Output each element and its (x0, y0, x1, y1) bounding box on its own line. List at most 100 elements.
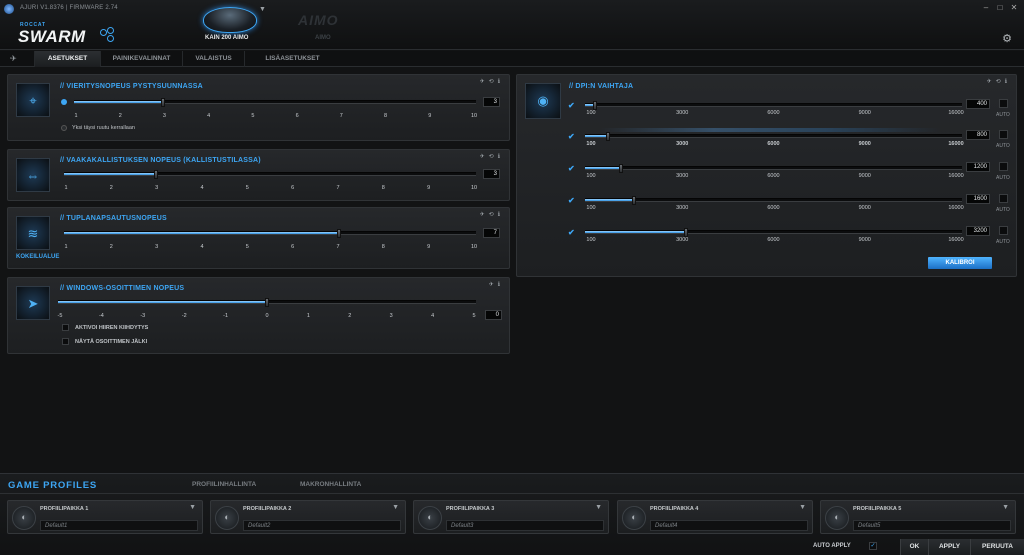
tab-settings[interactable]: ASETUKSET (34, 51, 100, 67)
profile-icon[interactable]: ◐ (215, 506, 239, 530)
dpi-level-checkbox[interactable]: ✔ (568, 132, 575, 141)
panel-tools-icon[interactable]: ✈⟲ℹ (987, 78, 1011, 85)
profile-slot[interactable]: ◐ PROFIILIPAIKKA 3 ▼ Default3 (413, 500, 609, 534)
dpi-level-value[interactable]: 800 (966, 130, 990, 140)
slider-handle[interactable] (618, 164, 623, 173)
dpi-level-checkbox[interactable]: ✔ (568, 164, 575, 173)
slider-handle[interactable] (631, 196, 636, 205)
pointer-speed-panel: ✈ℹ ➤ // WINDOWS-OSOITTIMEN NOPEUS 0 AKTI… (7, 277, 510, 354)
minimize-icon[interactable]: – (980, 3, 992, 12)
dpi-level-checkbox[interactable]: ✔ (568, 196, 575, 205)
maximize-icon[interactable]: □ (994, 3, 1006, 12)
full-screen-radio[interactable] (61, 125, 67, 131)
slider-handle[interactable] (592, 101, 597, 110)
dpi-tick-label: 9000 (858, 141, 871, 147)
pointer-speed-value[interactable]: 0 (485, 310, 502, 320)
pointer-speed-slider[interactable] (58, 298, 476, 307)
tab-macro-management[interactable]: MAKRONHALLINTA (300, 481, 361, 488)
full-screen-option[interactable]: Yksi täysi ruutu kerrallaan (72, 125, 135, 131)
dpi-level-slider[interactable] (585, 132, 962, 141)
pointer-trail-checkbox[interactable] (62, 338, 69, 345)
profile-icon[interactable]: ◐ (418, 506, 442, 530)
dpi-auto-checkbox[interactable] (999, 99, 1008, 108)
horizontal-tilt-slider[interactable] (64, 170, 476, 179)
auto-apply-label[interactable]: AUTO APPLY (813, 543, 851, 549)
vertical-scroll-value[interactable]: 3 (483, 97, 500, 107)
chevron-down-icon[interactable]: ▼ (1002, 504, 1009, 511)
dpi-level-value[interactable]: 400 (966, 99, 990, 109)
device-active-label[interactable]: KAIN 200 AIMO (205, 35, 248, 41)
ok-button[interactable]: OK (900, 539, 928, 555)
dpi-level-checkbox[interactable]: ✔ (568, 101, 575, 110)
dpi-level-value[interactable]: 3200 (966, 226, 990, 236)
mouse-icon: ◐ (834, 512, 840, 522)
profile-name-field[interactable]: Default4 (650, 520, 808, 531)
device-other-logo[interactable]: AIMO (298, 12, 339, 28)
dpi-level-value[interactable]: 1600 (966, 194, 990, 204)
slider-tick-label: 2 (118, 113, 122, 119)
profile-name-field[interactable]: Default1 (40, 520, 198, 531)
close-icon[interactable]: ✕ (1008, 3, 1020, 12)
profile-slot[interactable]: ◐ PROFIILIPAIKKA 2 ▼ Default2 (210, 500, 406, 534)
panel-tools-icon[interactable]: ✈⟲ℹ (480, 211, 504, 218)
chevron-down-icon[interactable]: ▼ (595, 504, 602, 511)
tab-profile-management[interactable]: PROFIILINHALLINTA (192, 481, 256, 488)
profile-icon[interactable]: ◐ (825, 506, 849, 530)
panel-tools-icon[interactable]: ✈⟲ℹ (480, 153, 504, 160)
calibrate-button[interactable]: KALIBROI (928, 257, 992, 269)
dpi-auto-checkbox[interactable] (999, 194, 1008, 203)
slider-handle[interactable] (161, 98, 166, 107)
profile-name-field[interactable]: Default5 (853, 520, 1011, 531)
panel-tools-icon[interactable]: ✈⟲ℹ (480, 78, 504, 85)
profile-icon[interactable]: ◐ (622, 506, 646, 530)
chevron-down-icon[interactable]: ▼ (392, 504, 399, 511)
pointer-trail-label[interactable]: NÄYTÄ OSOITTIMEN JÄLKI (75, 339, 147, 345)
slider-handle[interactable] (265, 298, 269, 307)
panel-tools-icon[interactable]: ✈ℹ (489, 281, 504, 288)
chevron-down-icon[interactable]: ▼ (799, 504, 806, 511)
auto-apply-checkbox[interactable]: ✓ (869, 542, 877, 550)
profile-slot[interactable]: ◐ PROFIILIPAIKKA 4 ▼ Default4 (617, 500, 813, 534)
pin-icon[interactable]: ✈ (10, 54, 17, 63)
tab-advanced[interactable]: LISÄASETUKSET (244, 51, 340, 67)
apply-button[interactable]: APPLY (928, 539, 970, 555)
device-other-label[interactable]: AIMO (315, 35, 331, 41)
slider-tick-label: 6 (295, 113, 299, 119)
dpi-auto-checkbox[interactable] (999, 162, 1008, 171)
mouse-device-icon[interactable] (203, 7, 257, 33)
acceleration-label[interactable]: AKTIVOI HIIREN KIIHDYTYS (75, 325, 148, 331)
dpi-level-slider[interactable] (585, 196, 962, 205)
slider-handle[interactable] (605, 132, 610, 141)
profile-name-field[interactable]: Default3 (446, 520, 604, 531)
double-click-value[interactable]: 7 (483, 228, 500, 238)
app-icon (4, 4, 14, 14)
chevron-down-icon[interactable]: ▼ (189, 504, 196, 511)
double-click-slider[interactable] (64, 229, 476, 238)
acceleration-checkbox[interactable] (62, 324, 69, 331)
chevron-down-icon[interactable]: ▼ (259, 6, 266, 13)
profile-slot[interactable]: ◐ PROFIILIPAIKKA 5 ▼ Default5 (820, 500, 1016, 534)
horizontal-tilt-panel: ✈⟲ℹ ⇔ // VAAKAKALLISTUKSEN NOPEUS (KALLI… (7, 149, 510, 201)
vertical-scroll-slider[interactable] (74, 98, 476, 107)
tab-lighting[interactable]: VALAISTUS (182, 51, 244, 67)
dpi-level-value[interactable]: 1200 (966, 162, 990, 172)
slider-handle[interactable] (153, 170, 158, 179)
profile-name-field[interactable]: Default2 (243, 520, 401, 531)
dpi-level-slider[interactable] (585, 101, 962, 110)
cancel-button[interactable]: PERUUTA (970, 539, 1024, 555)
slider-tick-label: 8 (384, 113, 388, 119)
dpi-level-slider[interactable] (585, 164, 962, 173)
slider-handle[interactable] (683, 228, 688, 237)
slider-handle[interactable] (336, 229, 341, 238)
horizontal-tilt-value[interactable]: 3 (483, 169, 500, 179)
try-area-label[interactable]: KOKEILUALUE (16, 254, 59, 260)
profile-icon[interactable]: ◐ (12, 506, 36, 530)
gear-icon[interactable]: ⚙ (1002, 32, 1012, 45)
dpi-auto-checkbox[interactable] (999, 130, 1008, 139)
dpi-level-checkbox[interactable]: ✔ (568, 228, 575, 237)
dpi-auto-checkbox[interactable] (999, 226, 1008, 235)
profile-slot[interactable]: ◐ PROFIILIPAIKKA 1 ▼ Default1 (7, 500, 203, 534)
dpi-level-slider[interactable] (585, 228, 962, 237)
speed-radio[interactable] (61, 99, 67, 105)
tab-buttons[interactable]: PAINIKEVALINNAT (100, 51, 182, 67)
